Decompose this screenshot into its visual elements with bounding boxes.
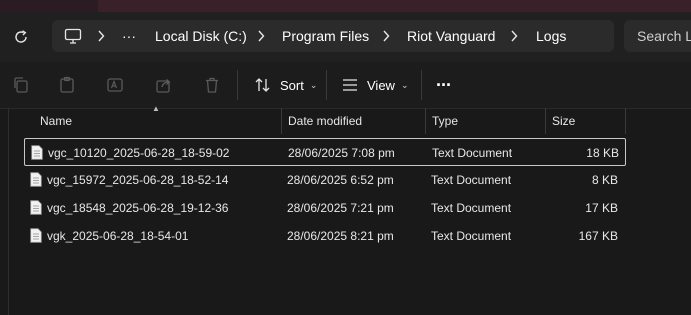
view-icon (343, 79, 357, 91)
file-name: vgc_10120_2025-06-28_18-59-02 (48, 146, 230, 160)
chevron-right-icon (382, 20, 390, 52)
file-size: 18 KB (586, 146, 619, 160)
chevron-right-icon (97, 20, 105, 52)
search-placeholder: Search Logs (637, 28, 691, 44)
address-row: ··· Local Disk (C:) Program Files Riot V… (0, 12, 691, 62)
chevron-right-icon (510, 20, 518, 52)
file-explorer-window: ··· Local Disk (C:) Program Files Riot V… (0, 0, 691, 315)
search-input[interactable]: Search Logs (624, 20, 691, 52)
file-row[interactable]: vgc_10120_2025-06-28_18-59-02 28/06/2025… (24, 138, 626, 166)
chevron-down-icon: ⌄ (309, 79, 318, 90)
file-date-modified: 28/06/2025 7:08 pm (288, 146, 395, 160)
file-name: vgc_15972_2025-06-28_18-52-14 (47, 173, 229, 187)
rename-icon (107, 78, 123, 92)
trash-icon (206, 77, 218, 93)
toolbar-divider (237, 70, 238, 100)
file-size: 167 KB (578, 229, 618, 243)
column-header-date-modified[interactable]: Date modified (288, 108, 362, 134)
column-divider[interactable] (425, 108, 426, 134)
breadcrumb[interactable]: ··· Local Disk (C:) Program Files Riot V… (52, 20, 614, 52)
rename-button[interactable] (104, 74, 126, 96)
breadcrumb-item-local-disk[interactable]: Local Disk (C:) (155, 20, 247, 52)
file-size: 17 KB (585, 201, 618, 215)
navigation-pane-edge (8, 108, 9, 315)
delete-button[interactable] (201, 74, 223, 96)
title-bar (0, 0, 691, 12)
refresh-button[interactable] (10, 26, 32, 48)
copy-icon (14, 77, 28, 93)
text-file-icon (30, 172, 42, 187)
file-row[interactable]: vgc_15972_2025-06-28_18-52-14 28/06/2025… (24, 166, 626, 194)
column-divider[interactable] (281, 108, 282, 134)
more-options-button[interactable]: ··· (436, 71, 452, 99)
paste-icon (60, 76, 74, 93)
column-header-name[interactable]: Name (40, 108, 72, 134)
view-button[interactable]: View ⌄ (341, 71, 409, 99)
this-pc-icon[interactable] (64, 28, 82, 49)
file-size: 8 KB (591, 173, 618, 187)
file-date-modified: 28/06/2025 7:21 pm (287, 201, 394, 215)
column-headers: Name Date modified Type Size (0, 108, 691, 134)
chevron-right-icon (257, 20, 265, 52)
breadcrumb-overflow[interactable]: ··· (122, 20, 136, 52)
text-file-icon (31, 145, 43, 160)
sort-label: Sort (280, 77, 304, 93)
file-type: Text Document (431, 229, 512, 243)
column-divider[interactable] (625, 108, 626, 134)
file-list: vgc_10120_2025-06-28_18-59-02 28/06/2025… (24, 138, 626, 250)
breadcrumb-item-logs[interactable]: Logs (536, 20, 566, 52)
file-name: vgk_2025-06-28_18-54-01 (47, 229, 189, 243)
file-name: vgc_18548_2025-06-28_19-12-36 (47, 201, 229, 215)
view-label: View (367, 77, 395, 93)
file-row[interactable]: vgc_18548_2025-06-28_19-12-36 28/06/2025… (24, 194, 626, 222)
text-file-icon (30, 200, 42, 215)
file-type: Text Document (431, 201, 512, 215)
text-file-icon (30, 228, 42, 243)
file-row[interactable]: vgk_2025-06-28_18-54-01 28/06/2025 8:21 … (24, 222, 626, 250)
file-date-modified: 28/06/2025 8:21 pm (287, 229, 394, 243)
command-bar: Sort ⌄ View ⌄ ··· (0, 62, 691, 109)
share-button[interactable] (153, 74, 175, 96)
breadcrumb-item-program-files[interactable]: Program Files (282, 20, 369, 52)
sort-button[interactable]: Sort ⌄ (254, 71, 317, 99)
column-header-size[interactable]: Size (552, 108, 575, 134)
file-type: Text Document (432, 146, 513, 160)
tab-strip (98, 0, 691, 12)
chevron-down-icon: ⌄ (400, 79, 409, 90)
copy-button[interactable] (10, 74, 32, 96)
file-type: Text Document (431, 173, 512, 187)
toolbar-divider (326, 70, 327, 100)
share-icon (156, 79, 171, 93)
sort-icon (255, 78, 270, 92)
file-date-modified: 28/06/2025 6:52 pm (287, 173, 394, 187)
paste-button[interactable] (56, 74, 78, 96)
toolbar-divider (421, 70, 422, 100)
column-divider[interactable] (545, 108, 546, 134)
refresh-icon (15, 30, 27, 43)
column-header-type[interactable]: Type (432, 108, 458, 134)
breadcrumb-item-riot-vanguard[interactable]: Riot Vanguard (407, 20, 495, 52)
